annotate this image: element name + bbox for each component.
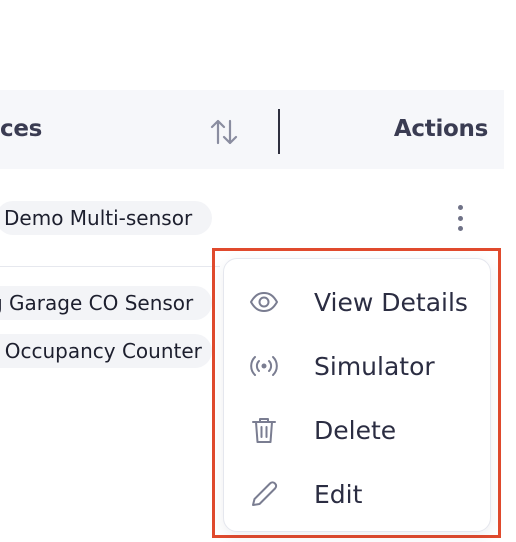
eye-icon [248,286,280,318]
menu-item-delete[interactable]: Delete [224,403,490,457]
sort-arrows-icon[interactable] [208,117,240,147]
devices-column-header[interactable]: ces [0,116,42,142]
row-divider [0,266,220,267]
broadcast-icon [248,350,280,382]
menu-item-edit[interactable]: Edit [224,467,490,521]
more-actions-button[interactable] [448,203,472,233]
trash-icon [248,414,280,446]
menu-item-label: Edit [314,479,363,509]
kebab-dot [457,215,463,221]
menu-item-label: Delete [314,415,397,445]
menu-item-simulator[interactable]: Simulator [224,339,490,393]
device-chip[interactable]: g Garage CO Sensor [0,286,212,320]
menu-item-view-details[interactable]: View Details [224,275,490,329]
kebab-dot [457,205,463,210]
actions-dropdown-menu: View Details Simulator Delete Edit [223,258,491,532]
menu-item-label: View Details [314,287,468,317]
column-resize-divider[interactable] [278,109,280,154]
kebab-dot [457,226,463,231]
actions-column-header: Actions [393,116,488,142]
device-chip[interactable]: . Occupancy Counter [0,334,212,368]
device-chip[interactable]: Demo Multi-sensor [0,201,212,235]
pencil-icon [248,478,280,510]
menu-item-label: Simulator [314,351,435,381]
